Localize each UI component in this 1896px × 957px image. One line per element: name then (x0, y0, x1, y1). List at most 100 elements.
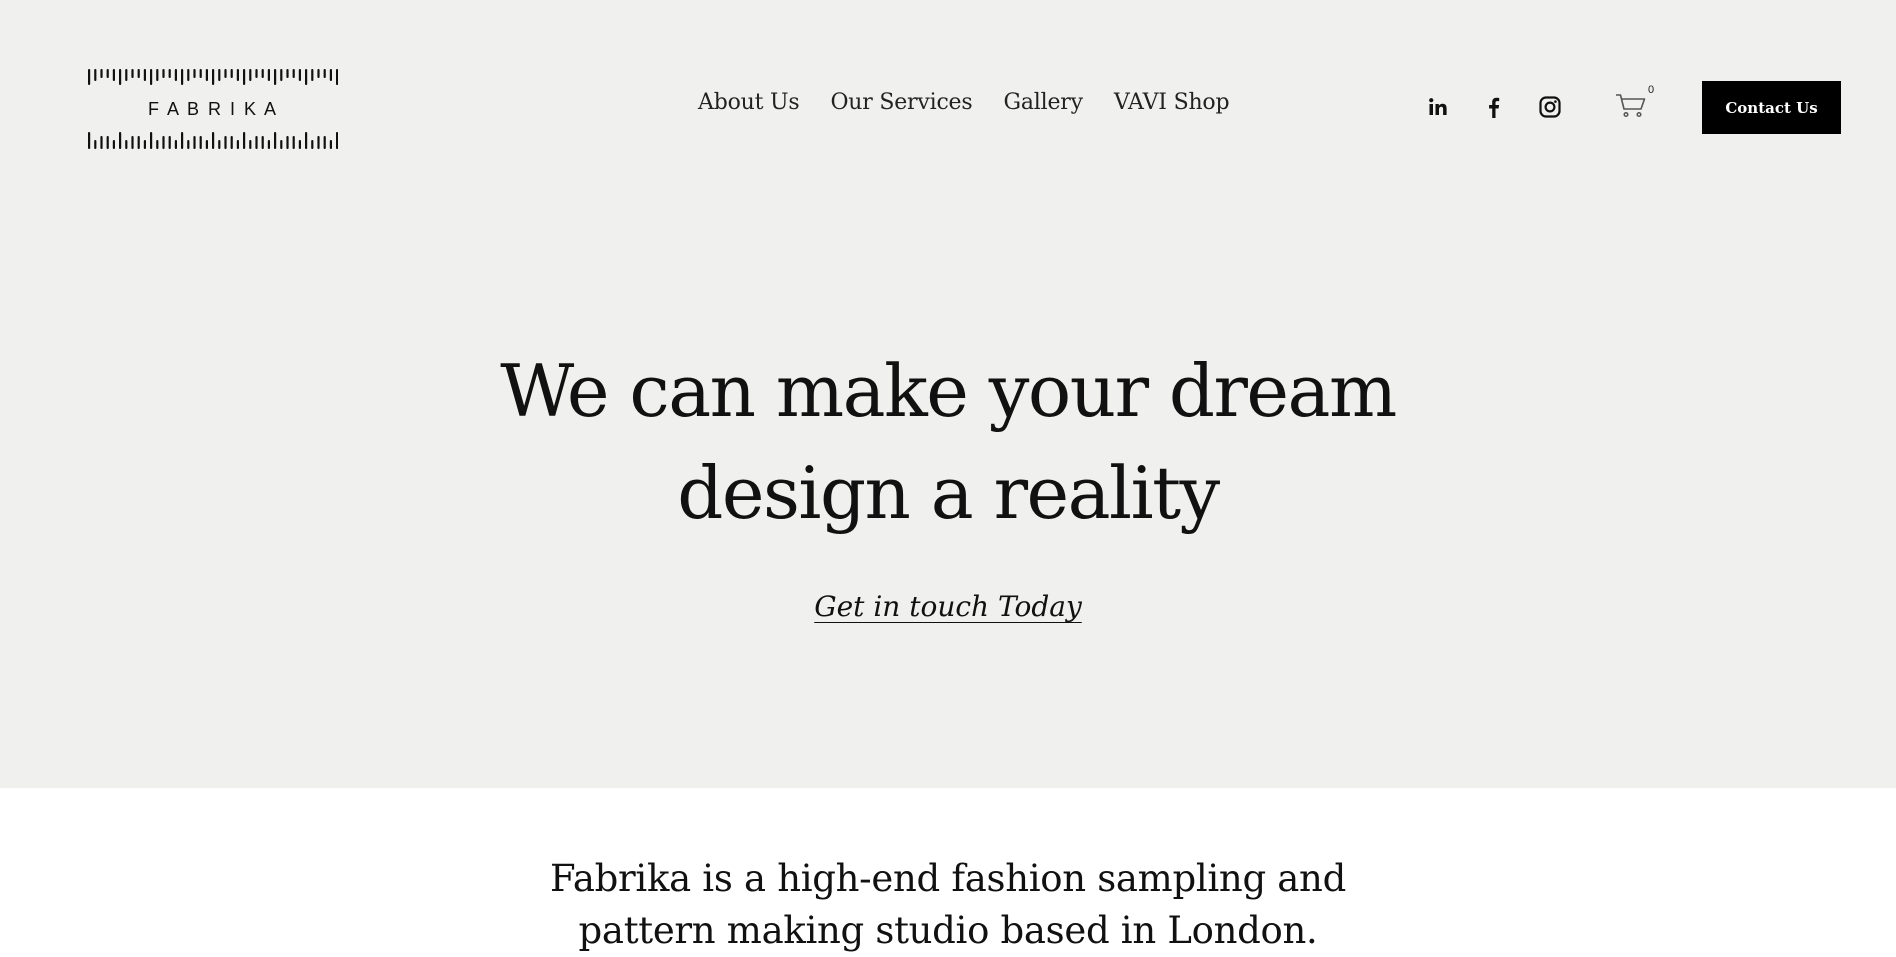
logo-ruler-tick (187, 140, 190, 149)
logo-ruler-tick (224, 136, 227, 149)
logo-ruler-tick (336, 132, 338, 149)
logo-ruler-tick (224, 69, 227, 78)
hero-section: F A B R I K A About Us Our Services Gall… (0, 0, 1896, 788)
logo-ruler-tick (119, 132, 122, 149)
logo-ruler-tick (137, 69, 140, 78)
social-links (1426, 95, 1562, 119)
logo-ruler-tick (100, 136, 103, 149)
nav-vavi-shop[interactable]: VAVI Shop (1114, 90, 1230, 115)
logo-ruler-tick (218, 69, 221, 81)
logo-ruler-tick (212, 132, 215, 149)
logo-ruler-tick (286, 136, 289, 149)
logo-ruler-tick (125, 140, 128, 149)
logo-ruler-tick (150, 69, 153, 85)
logo-ruler-tick (218, 140, 221, 149)
logo-ruler-tick (230, 69, 233, 78)
nav-about-us[interactable]: About Us (698, 90, 800, 115)
logo-ruler-tick (131, 69, 134, 78)
logo-ruler-tick (88, 69, 91, 85)
logo-ruler-tick (174, 140, 177, 149)
logo-ruler-tick (267, 69, 270, 81)
logo-ruler-tick (292, 69, 295, 78)
logo-ruler-tick (193, 69, 196, 78)
logo-ruler-tick (323, 136, 326, 149)
hero-title-line-2: design a reality (677, 451, 1220, 535)
logo-ruler-tick (261, 69, 264, 78)
logo-ruler-tick (205, 140, 208, 149)
logo-ruler-tick (230, 136, 233, 149)
nav-gallery[interactable]: Gallery (1003, 90, 1083, 115)
logo-ruler-tick (212, 69, 215, 85)
logo-ruler-tick (317, 69, 320, 78)
get-in-touch-link[interactable]: Get in touch Today (814, 590, 1082, 623)
logo-ruler-tick (280, 69, 283, 81)
logo-ruler-tick (181, 132, 184, 149)
linkedin-icon[interactable] (1426, 95, 1450, 119)
cart-count-badge: 0 (1648, 84, 1655, 96)
logo-ruler-tick (162, 136, 165, 149)
intro-line-2: pattern making studio based in London. (578, 909, 1318, 952)
logo-ruler-tick (329, 69, 332, 81)
main-nav: About Us Our Services Gallery VAVI Shop (698, 90, 1230, 115)
logo-ruler-tick (181, 69, 184, 85)
logo-ruler-tick (88, 132, 91, 149)
contact-us-button[interactable]: Contact Us (1702, 81, 1841, 134)
logo-ruler-tick (156, 140, 159, 149)
logo-ruler-tick (274, 132, 277, 149)
logo-ruler-tick (255, 136, 258, 149)
facebook-icon[interactable] (1482, 95, 1506, 119)
logo-ruler-tick (106, 69, 109, 78)
logo-ruler-tick (174, 69, 177, 81)
logo-ruler-tick (286, 69, 289, 78)
logo-ruler-tick (193, 136, 196, 149)
instagram-icon[interactable] (1538, 95, 1562, 119)
logo-ruler-tick (298, 69, 301, 81)
hero-cta-wrap: Get in touch Today (0, 590, 1896, 623)
logo-ruler-tick (162, 69, 165, 78)
logo-ruler-tick (298, 140, 301, 149)
logo-ruler-tick (243, 69, 246, 85)
logo-ruler-tick (236, 140, 239, 149)
logo-ruler-tick (336, 69, 338, 85)
logo-ruler-tick (137, 136, 140, 149)
cart-icon (1616, 94, 1646, 118)
logo-ruler-tick (156, 69, 159, 81)
logo-ruler-tick (255, 69, 258, 78)
logo-ruler-tick (187, 69, 190, 81)
logo-ruler-tick (243, 132, 246, 149)
logo-ruler-tick (168, 69, 171, 78)
logo-ruler-tick (100, 69, 103, 78)
logo-ruler-tick (94, 69, 97, 81)
logo-ruler-tick (112, 140, 115, 149)
logo-ruler-tick (143, 69, 146, 81)
logo-ruler-tick (249, 140, 252, 149)
nav-our-services[interactable]: Our Services (830, 90, 972, 115)
fabrika-logo[interactable]: F A B R I K A (88, 68, 338, 150)
logo-ruler-tick (236, 69, 239, 81)
logo-ruler-tick (311, 69, 314, 81)
logo-ruler-tick (119, 69, 122, 85)
logo-ruler-tick (311, 140, 314, 149)
logo-wordmark: F A B R I K A (148, 99, 278, 119)
logo-ruler-tick (274, 69, 277, 85)
logo-ruler-tick (317, 136, 320, 149)
logo-ruler-tick (150, 132, 153, 149)
hero-title: We can make your dream design a reality (0, 340, 1896, 544)
intro-text: Fabrika is a high-end fashion sampling a… (0, 853, 1896, 957)
logo-ruler-tick (323, 69, 326, 78)
logo-ruler-tick (329, 140, 332, 149)
logo-ruler-tick (94, 140, 97, 149)
logo-ruler-tick (249, 69, 252, 81)
logo-ruler-tick (267, 140, 270, 149)
cart-button[interactable]: 0 (1615, 84, 1655, 122)
logo-ruler-tick (143, 140, 146, 149)
logo-ruler-tick (112, 69, 115, 81)
logo-ruler-tick (305, 132, 308, 149)
logo-ruler-tick (131, 136, 134, 149)
logo-ruler-tick (292, 136, 295, 149)
intro-line-1: Fabrika is a high-end fashion sampling a… (550, 857, 1346, 900)
logo-ruler-tick (125, 69, 128, 81)
logo-ruler-tick (205, 69, 208, 81)
logo-ruler-tick (199, 136, 202, 149)
logo-ruler-tick (168, 136, 171, 149)
